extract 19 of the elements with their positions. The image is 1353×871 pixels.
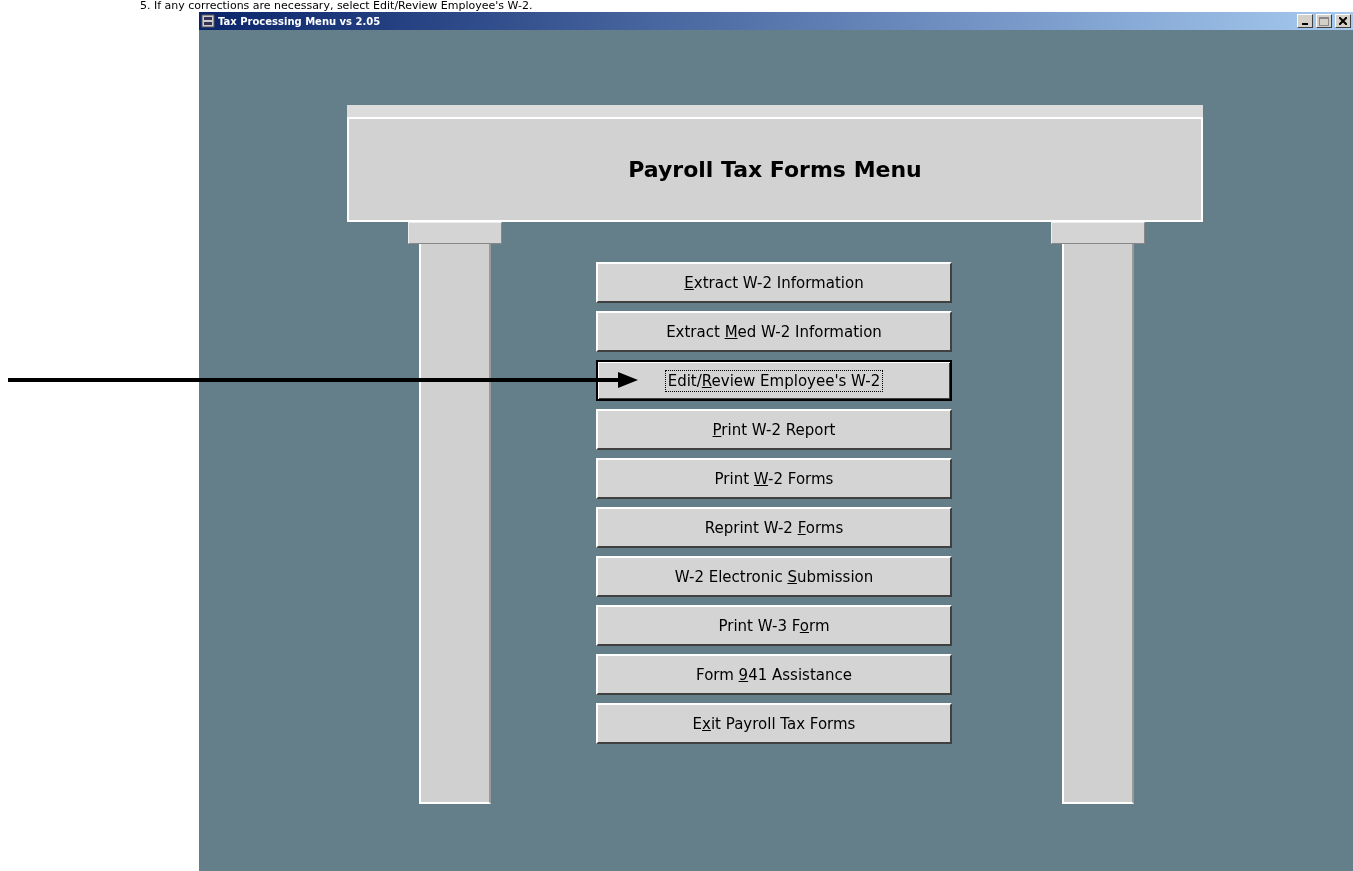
maximize-button[interactable] xyxy=(1316,14,1332,28)
close-button[interactable] xyxy=(1335,14,1351,28)
instruction-text: 5. If any corrections are necessary, select Edit/Review Employee's W-2. xyxy=(140,0,534,12)
menu-button[interactable]: Exit Payroll Tax Forms xyxy=(596,703,952,744)
app-icon xyxy=(201,14,215,28)
menu-button[interactable]: Extract Med W-2 Information xyxy=(596,311,952,352)
menu-button[interactable]: Print W-2 Forms xyxy=(596,458,952,499)
menu-button[interactable]: Extract W-2 Information xyxy=(596,262,952,303)
minimize-button[interactable] xyxy=(1297,14,1313,28)
window-title: Tax Processing Menu vs 2.05 xyxy=(218,15,382,27)
menu-title: Payroll Tax Forms Menu xyxy=(628,157,922,182)
menu-button[interactable]: Print W-3 Form xyxy=(596,605,952,646)
close-icon xyxy=(1339,17,1347,25)
menu-button[interactable]: Reprint W-2 Forms xyxy=(596,507,952,548)
menu-button[interactable]: Print W-2 Report xyxy=(596,409,952,450)
maximize-icon xyxy=(1319,16,1329,26)
menu-button[interactable]: Edit/Review Employee's W-2 xyxy=(596,360,952,401)
menu-button[interactable]: Form 941 Assistance xyxy=(596,654,952,695)
menu-button[interactable]: W-2 Electronic Submission xyxy=(596,556,952,597)
